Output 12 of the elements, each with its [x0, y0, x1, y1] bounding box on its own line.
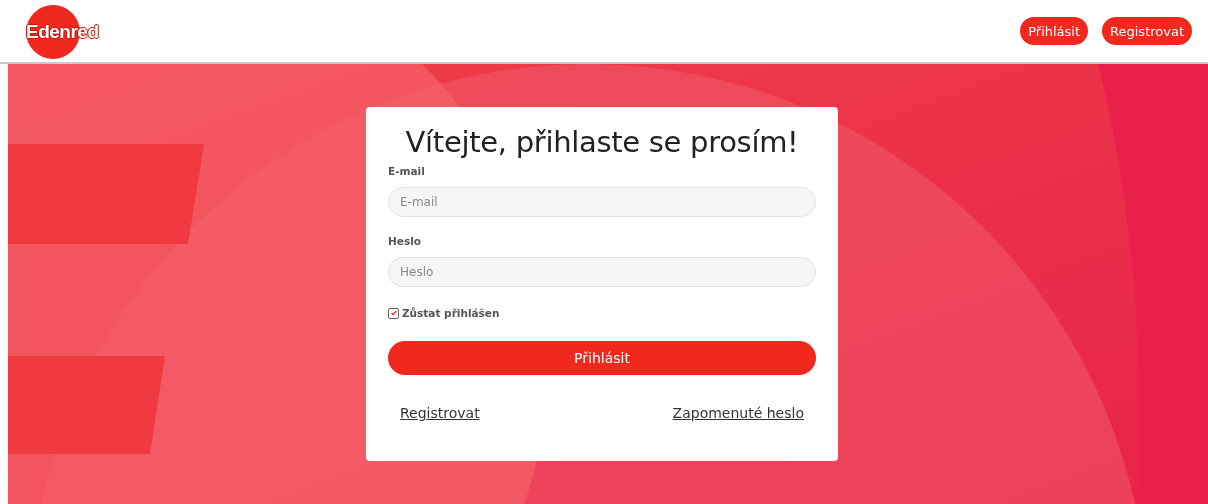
password-field[interactable]: Heslo [388, 257, 816, 287]
link[interactable]: Zapomenuté heslo [672, 405, 804, 421]
field-label: E-mail [388, 165, 425, 177]
login-button[interactable]: Přihlásit [388, 341, 816, 375]
field-label: Heslo [388, 235, 421, 247]
login-title: Vítejte, přihlaste se prosím! [404, 125, 800, 159]
header-button[interactable]: Přihlásit [1020, 17, 1089, 45]
header-button[interactable]: Registrovat [1102, 17, 1192, 45]
checkbox[interactable] [388, 307, 399, 319]
email-field[interactable]: E-mail [388, 187, 816, 217]
link[interactable]: Registrovat [400, 405, 480, 421]
checkbox-label: Zůstat přihlášen [402, 307, 500, 319]
